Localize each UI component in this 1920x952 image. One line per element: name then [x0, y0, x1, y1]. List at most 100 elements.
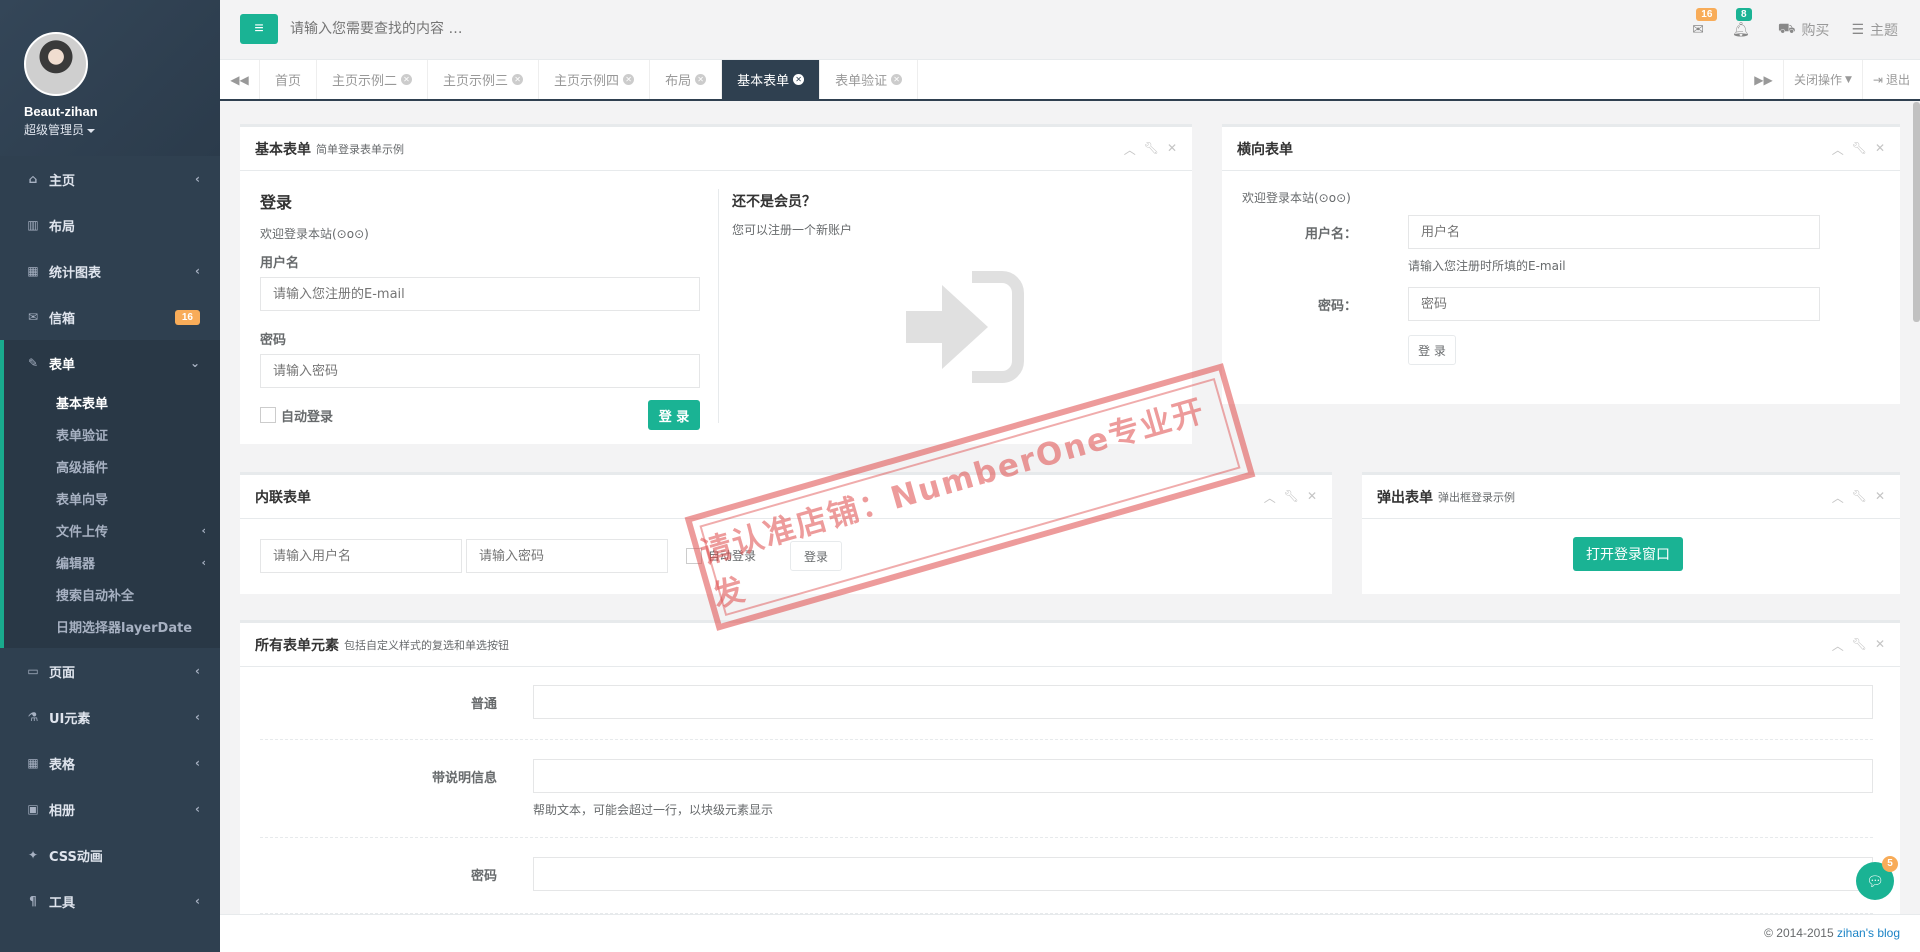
tab-item[interactable]: 布局 ✕ — [650, 60, 723, 99]
panel-subtitle: 弹出框登录示例 — [1438, 490, 1515, 504]
close-icon[interactable]: ✕ — [1307, 489, 1317, 506]
tab-item[interactable]: 首页 — [260, 60, 318, 99]
close-icon[interactable]: ✕ — [1875, 637, 1885, 654]
all-elements-panel: 所有表单元素 包括自定义样式的复选和单选按钮 ︿ 🔧︎ ✕ 普通 带说明信息 帮助文… — [240, 620, 1900, 914]
submenu-item[interactable]: 表单验证 — [4, 418, 220, 450]
notifications-link[interactable]: 🔔︎ 8 — [1732, 8, 1756, 38]
profile-name[interactable]: Beaut-zihan — [24, 104, 220, 119]
sidebar-item-edit[interactable]: ✎ 表单 ⌄ — [0, 340, 220, 386]
open-login-modal-button[interactable]: 打开登录窗口 — [1573, 537, 1683, 571]
flask-icon: ⚗ — [27, 710, 39, 724]
tab-close-icon[interactable]: ✕ — [512, 74, 524, 85]
sidebar-item-columns[interactable]: ▥ 布局 — [0, 202, 220, 248]
all-password-input[interactable] — [533, 857, 1873, 891]
blog-link[interactable]: zihan's blog — [1837, 926, 1900, 940]
avatar[interactable] — [24, 32, 88, 96]
tab-label: 主页示例四 — [554, 74, 620, 89]
inline-password-input[interactable] — [466, 539, 668, 573]
username-input[interactable] — [260, 277, 700, 311]
menu-toggle-button[interactable]: ≡ — [240, 14, 278, 44]
tabs-scroll-right-button[interactable]: ▶▶ — [1742, 60, 1783, 99]
chat-badge: 5 — [1882, 856, 1898, 872]
submenu-item[interactable]: 编辑器 ‹ — [4, 546, 220, 578]
tabs-scroll-left-button[interactable]: ◀◀ — [220, 60, 260, 99]
register-text: 您可以注册一个新账户 — [732, 223, 853, 237]
sidebar-item-label: 表格 — [49, 757, 76, 773]
close-ops-label: 关闭操作 — [1793, 73, 1842, 87]
close-icon[interactable]: ✕ — [1875, 141, 1885, 158]
sidebar-item-cutlery[interactable]: ¶ 工具 ‹ — [0, 878, 220, 924]
wrench-icon[interactable]: 🔧︎ — [1284, 489, 1299, 506]
search-input[interactable] — [290, 14, 790, 44]
submenu-item[interactable]: 高级插件 — [4, 450, 220, 482]
submenu-item[interactable]: 日期选择器layerDate — [4, 610, 220, 642]
submenu-item[interactable]: 基本表单 — [4, 386, 220, 418]
sidebar-item-bar-chart[interactable]: ▦ 统计图表 ‹ — [0, 248, 220, 294]
envelope-icon: ✉ — [27, 310, 39, 324]
divider — [260, 837, 1873, 838]
chat-button[interactable]: 💬︎ 5 — [1856, 856, 1898, 900]
buy-link[interactable]: ⛟ 购买 — [1778, 20, 1830, 40]
collapse-icon[interactable]: ︿ — [1124, 141, 1136, 158]
sidebar-item-flask[interactable]: ⚗ UI元素 ‹ — [0, 694, 220, 740]
password-input[interactable] — [260, 354, 700, 388]
submenu-item[interactable]: 文件上传 ‹ — [4, 514, 220, 546]
collapse-icon[interactable]: ︿ — [1264, 489, 1276, 506]
tab-item[interactable]: 主页示例三 ✕ — [428, 60, 540, 99]
tab-close-icon[interactable]: ✕ — [623, 74, 635, 85]
mail-link[interactable]: ✉ 16 — [1692, 8, 1718, 38]
collapse-icon[interactable]: ︿ — [1832, 141, 1844, 158]
logout-button[interactable]: ⇥ 退出 — [1861, 60, 1920, 99]
h-login-button[interactable]: 登 录 — [1408, 335, 1456, 365]
tab-close-icon[interactable]: ✕ — [793, 74, 805, 85]
tab-item[interactable]: 基本表单 ✕ — [722, 60, 821, 99]
wrench-icon[interactable]: 🔧︎ — [1852, 489, 1867, 506]
logout-label: 退出 — [1885, 73, 1910, 87]
submenu-item[interactable]: 表单向导 — [4, 482, 220, 514]
bell-icon: 🔔︎ — [1732, 22, 1750, 38]
tab-close-icon[interactable]: ✕ — [695, 74, 707, 85]
page-scrollbar[interactable] — [1913, 102, 1920, 322]
login-heading: 登录 — [260, 193, 293, 212]
picture-icon: ▣ — [27, 802, 39, 816]
profile-role-dropdown[interactable]: 超级管理员 — [24, 121, 220, 138]
theme-link[interactable]: ☰ 主题 — [1851, 20, 1898, 40]
register-column: 还不是会员？ 您可以注册一个新账户 — [732, 191, 852, 238]
h-password-input[interactable] — [1408, 287, 1820, 321]
tab-item[interactable]: 主页示例二 ✕ — [317, 60, 429, 99]
tab-close-icon[interactable]: ✕ — [401, 74, 413, 85]
normal-input[interactable] — [533, 685, 1873, 719]
wrench-icon[interactable]: 🔧︎ — [1852, 637, 1867, 654]
panel-header: 基本表单 简单登录表单示例 ︿ 🔧︎ ✕ — [240, 127, 1192, 171]
collapse-icon[interactable]: ︿ — [1832, 489, 1844, 506]
tab-close-icon[interactable]: ✕ — [891, 74, 903, 85]
login-submit-button[interactable]: 登 录 — [648, 400, 700, 430]
sidebar-item-table[interactable]: ▦ 表格 ‹ — [0, 740, 220, 786]
wrench-icon[interactable]: 🔧︎ — [1852, 141, 1867, 158]
collapse-icon[interactable]: ︿ — [1832, 637, 1844, 654]
tab-item[interactable]: 主页示例四 ✕ — [539, 60, 651, 99]
sidebar-item-desktop[interactable]: ▭ 页面 ‹ — [0, 648, 220, 694]
close-icon[interactable]: ✕ — [1167, 141, 1177, 158]
password-label: 密码 — [260, 333, 287, 348]
divider — [260, 739, 1873, 740]
close-operations-dropdown[interactable]: 关闭操作 ▼ — [1782, 60, 1862, 99]
h-username-input[interactable] — [1408, 215, 1820, 249]
submenu-item[interactable]: 搜索自动补全 — [4, 578, 220, 610]
tab-item[interactable]: 表单验证 ✕ — [820, 60, 919, 99]
close-icon[interactable]: ✕ — [1875, 489, 1885, 506]
sidebar-item-magic[interactable]: ✦ CSS动画 — [0, 832, 220, 878]
wrench-icon[interactable]: 🔧︎ — [1144, 141, 1159, 158]
inline-username-input[interactable] — [260, 539, 462, 573]
sidebar-item-envelope[interactable]: ✉ 信箱 16 — [0, 294, 220, 340]
remember-checkbox[interactable]: 自动登录 — [260, 406, 333, 425]
home-icon: ⌂ — [28, 172, 38, 186]
sign-in-icon — [900, 267, 1040, 390]
sidebar-badge: 16 — [174, 309, 200, 325]
help-info-input[interactable] — [533, 759, 1873, 793]
sign-out-icon: ⇥ — [1872, 72, 1883, 87]
magic-icon: ✦ — [27, 848, 39, 862]
sidebar-item-home[interactable]: ⌂ 主页 ‹ — [0, 156, 220, 202]
panel-subtitle: 包括自定义样式的复选和单选按钮 — [344, 638, 509, 652]
sidebar-item-picture[interactable]: ▣ 相册 ‹ — [0, 786, 220, 832]
